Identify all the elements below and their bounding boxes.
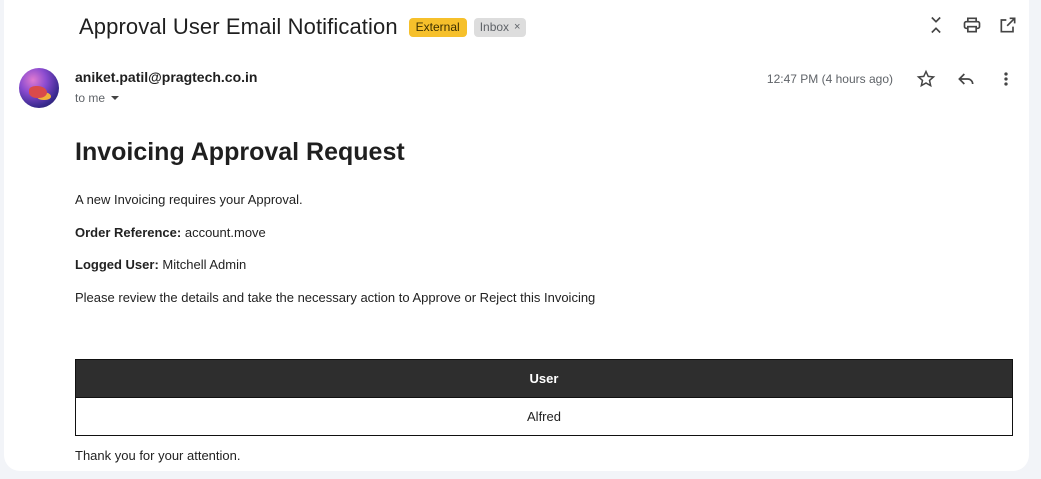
subject-row: Approval User Email Notification Externa… xyxy=(79,12,527,42)
reply-icon[interactable] xyxy=(955,68,977,90)
external-label: External xyxy=(408,17,467,37)
email-subject: Approval User Email Notification xyxy=(79,14,398,39)
body-heading: Invoicing Approval Request xyxy=(75,138,405,166)
table-cell-user: Alfred xyxy=(75,397,1013,436)
table-header-user: User xyxy=(75,359,1013,398)
logged-user: Logged User: Mitchell Admin xyxy=(75,257,246,272)
chevron-down-icon xyxy=(111,96,120,100)
recipient-dropdown[interactable]: to me xyxy=(75,91,120,105)
closing-text: Thank you for your attention. xyxy=(75,448,241,463)
order-reference: Order Reference: account.move xyxy=(75,225,266,240)
order-reference-label: Order Reference: xyxy=(75,225,182,240)
print-icon[interactable] xyxy=(961,14,983,36)
intro-text: A new Invoicing requires your Approval. xyxy=(75,192,303,207)
inbox-label-text: Inbox xyxy=(479,19,510,34)
star-icon[interactable] xyxy=(915,68,937,90)
email-body: Invoicing Approval Request A new Invoici… xyxy=(75,138,1013,305)
sender-avatar[interactable] xyxy=(19,68,59,108)
table-row: Alfred xyxy=(75,397,1013,436)
email-timestamp: 12:47 PM (4 hours ago) xyxy=(766,72,893,86)
open-new-window-icon[interactable] xyxy=(997,14,1019,36)
top-toolbar xyxy=(925,14,1019,36)
inbox-label: Inbox × xyxy=(473,17,527,37)
recipient-text: to me xyxy=(75,91,106,105)
table-header-row: User xyxy=(75,359,1013,398)
sender-email[interactable]: aniket.patil@pragtech.co.in xyxy=(75,69,257,85)
message-actions xyxy=(915,68,1017,90)
email-card: Approval User Email Notification Externa… xyxy=(4,0,1029,471)
review-text: Please review the details and take the n… xyxy=(75,290,596,305)
order-reference-value: account.move xyxy=(184,225,266,240)
more-vert-icon[interactable] xyxy=(995,68,1017,90)
user-table: User Alfred xyxy=(75,359,1013,436)
collapse-icon[interactable] xyxy=(925,14,947,36)
logged-user-value: Mitchell Admin xyxy=(162,257,247,272)
remove-label-icon[interactable]: × xyxy=(514,20,520,35)
logged-user-label: Logged User: xyxy=(75,257,159,272)
